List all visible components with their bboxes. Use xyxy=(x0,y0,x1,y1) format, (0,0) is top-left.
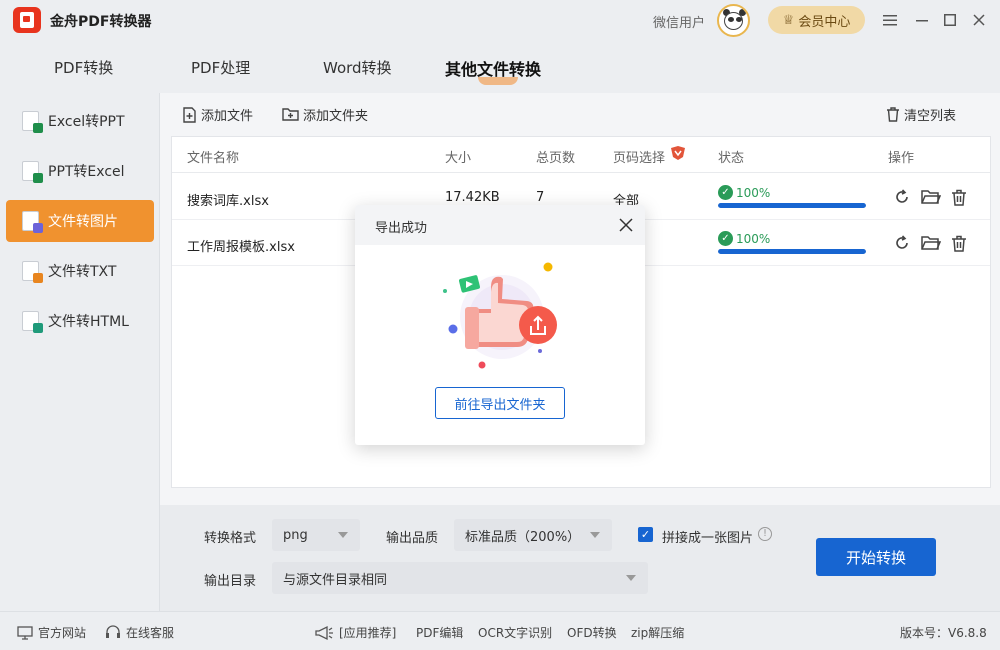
ppt-to-excel-icon xyxy=(22,161,43,183)
app-title: 金舟PDF转换器 xyxy=(50,14,152,30)
check-icon: ✓ xyxy=(718,185,733,200)
official-website-link[interactable]: 官方网站 xyxy=(17,624,86,641)
minimize-icon[interactable] xyxy=(910,8,934,32)
sidebar-item-label: 文件转HTML xyxy=(48,314,129,330)
sidebar-item-label: 文件转TXT xyxy=(48,264,117,280)
tab-pdf-convert[interactable]: PDF转换 xyxy=(54,57,113,78)
output-dir-label: 输出目录 xyxy=(204,574,257,589)
add-file-icon xyxy=(183,106,196,123)
sidebar: Excel转PPT PPT转Excel 文件转图片 文件转TXT 文件转HTML xyxy=(0,93,160,611)
maximize-icon[interactable] xyxy=(938,8,962,32)
sidebar-item-file-to-html[interactable]: 文件转HTML xyxy=(6,300,154,342)
link-pdf-edit[interactable]: PDF编辑 xyxy=(416,624,463,641)
sidebar-item-label: PPT转Excel xyxy=(48,164,125,180)
status: ✓ 100% xyxy=(718,185,868,208)
main-tabs: PDF转换 PDF处理 Word转换 其他文件转换 xyxy=(0,40,1000,93)
header-page-select: 页码选择 xyxy=(613,151,666,166)
menu-icon[interactable] xyxy=(878,8,902,32)
page-count: 7 xyxy=(536,190,545,205)
merge-checkbox[interactable]: ✓ xyxy=(638,527,653,542)
dialog-title: 导出成功 xyxy=(375,221,428,236)
add-folder-button[interactable]: 添加文件夹 xyxy=(282,105,368,124)
vip-badge-icon xyxy=(670,145,686,161)
file-name: 工作周报模板.xlsx xyxy=(187,240,295,255)
start-convert-button[interactable]: 开始转换 xyxy=(816,538,936,576)
add-file-button[interactable]: 添加文件 xyxy=(182,105,253,124)
chevron-down-icon xyxy=(626,575,636,581)
header-name: 文件名称 xyxy=(187,151,240,166)
merge-label: 拼接成一张图片 xyxy=(662,531,754,546)
trash-icon xyxy=(887,107,899,122)
progress-label: 100% xyxy=(736,231,771,246)
file-size: 17.42KB xyxy=(445,190,500,205)
open-export-folder-button[interactable]: 前往导出文件夹 xyxy=(435,387,565,419)
sidebar-item-label: 文件转图片 xyxy=(48,214,118,230)
export-success-dialog: 导出成功 前往导出文件夹 xyxy=(355,205,645,445)
vip-center-label: 会员中心 xyxy=(798,14,851,30)
chevron-down-icon xyxy=(338,532,348,538)
progress-label: 100% xyxy=(736,185,771,200)
check-icon: ✓ xyxy=(718,231,733,246)
status: ✓ 100% xyxy=(718,231,868,254)
sidebar-item-excel-to-ppt[interactable]: Excel转PPT xyxy=(6,100,154,142)
add-folder-icon xyxy=(282,108,299,121)
app-logo-icon xyxy=(13,7,41,33)
header-pages: 总页数 xyxy=(536,151,576,166)
header-size: 大小 xyxy=(445,151,472,166)
file-name: 搜索词库.xlsx xyxy=(187,194,269,209)
title-bar: 金舟PDF转换器 微信用户 ♕ 会员中心 xyxy=(0,0,1000,40)
header-status: 状态 xyxy=(718,151,745,166)
online-support-link[interactable]: 在线客服 xyxy=(105,624,174,641)
tab-other-convert[interactable]: 其他文件转换 xyxy=(445,56,541,80)
dialog-header: 导出成功 xyxy=(355,205,645,245)
chevron-down-icon xyxy=(590,532,600,538)
app-recommend[interactable]: [应用推荐] xyxy=(314,624,396,641)
footer: 官方网站 在线客服 [应用推荐] PDF编辑 OCR文字识别 OFD转换 zip… xyxy=(0,611,1000,650)
progress-bar xyxy=(718,203,866,208)
monitor-icon xyxy=(17,625,33,640)
user-name[interactable]: 微信用户 xyxy=(653,12,705,31)
conversion-settings: 转换格式 png 输出品质 标准品质（200%） ✓ 拼接成一张图片 ! 输出目… xyxy=(160,505,1000,611)
quality-label: 输出品质 xyxy=(386,531,439,546)
version-label: 版本号：V6.8.8 xyxy=(900,626,987,640)
excel-to-ppt-icon xyxy=(22,111,43,133)
sidebar-item-file-to-txt[interactable]: 文件转TXT xyxy=(6,250,154,292)
refresh-icon[interactable] xyxy=(892,233,912,253)
open-folder-icon[interactable] xyxy=(921,187,941,207)
link-ocr[interactable]: OCR文字识别 xyxy=(478,624,552,641)
close-icon[interactable] xyxy=(617,216,635,234)
file-to-txt-icon xyxy=(22,261,43,283)
header-actions: 操作 xyxy=(888,151,915,166)
file-to-html-icon xyxy=(22,311,43,333)
crown-icon: ♕ xyxy=(782,12,795,28)
open-folder-icon[interactable] xyxy=(921,233,941,253)
tab-word-convert[interactable]: Word转换 xyxy=(323,57,392,78)
clear-list-button[interactable]: 清空列表 xyxy=(886,105,956,124)
progress-bar xyxy=(718,249,866,254)
file-to-image-icon xyxy=(22,211,43,233)
table-header: 文件名称 大小 总页数 页码选择 状态 操作 xyxy=(172,137,990,173)
thumbs-up-illustration xyxy=(435,257,565,377)
quality-select[interactable]: 标准品质（200%） xyxy=(454,519,612,551)
output-dir-select[interactable]: 与源文件目录相同 xyxy=(272,562,648,594)
close-window-icon[interactable] xyxy=(967,8,991,32)
delete-icon[interactable] xyxy=(949,233,969,253)
info-icon[interactable]: ! xyxy=(758,527,772,541)
vip-center-button[interactable]: ♕ 会员中心 xyxy=(768,6,865,34)
sidebar-item-label: Excel转PPT xyxy=(48,114,125,130)
link-zip[interactable]: zip解压缩 xyxy=(631,624,684,641)
refresh-icon[interactable] xyxy=(892,187,912,207)
tab-pdf-process[interactable]: PDF处理 xyxy=(191,57,250,78)
sidebar-item-ppt-to-excel[interactable]: PPT转Excel xyxy=(6,150,154,192)
sidebar-item-file-to-image[interactable]: 文件转图片 xyxy=(6,200,154,242)
megaphone-icon xyxy=(315,625,333,640)
avatar[interactable] xyxy=(717,4,750,37)
delete-icon[interactable] xyxy=(949,187,969,207)
link-ofd[interactable]: OFD转换 xyxy=(567,624,617,641)
format-label: 转换格式 xyxy=(204,531,257,546)
headset-icon xyxy=(106,625,120,638)
format-select[interactable]: png xyxy=(272,519,360,551)
